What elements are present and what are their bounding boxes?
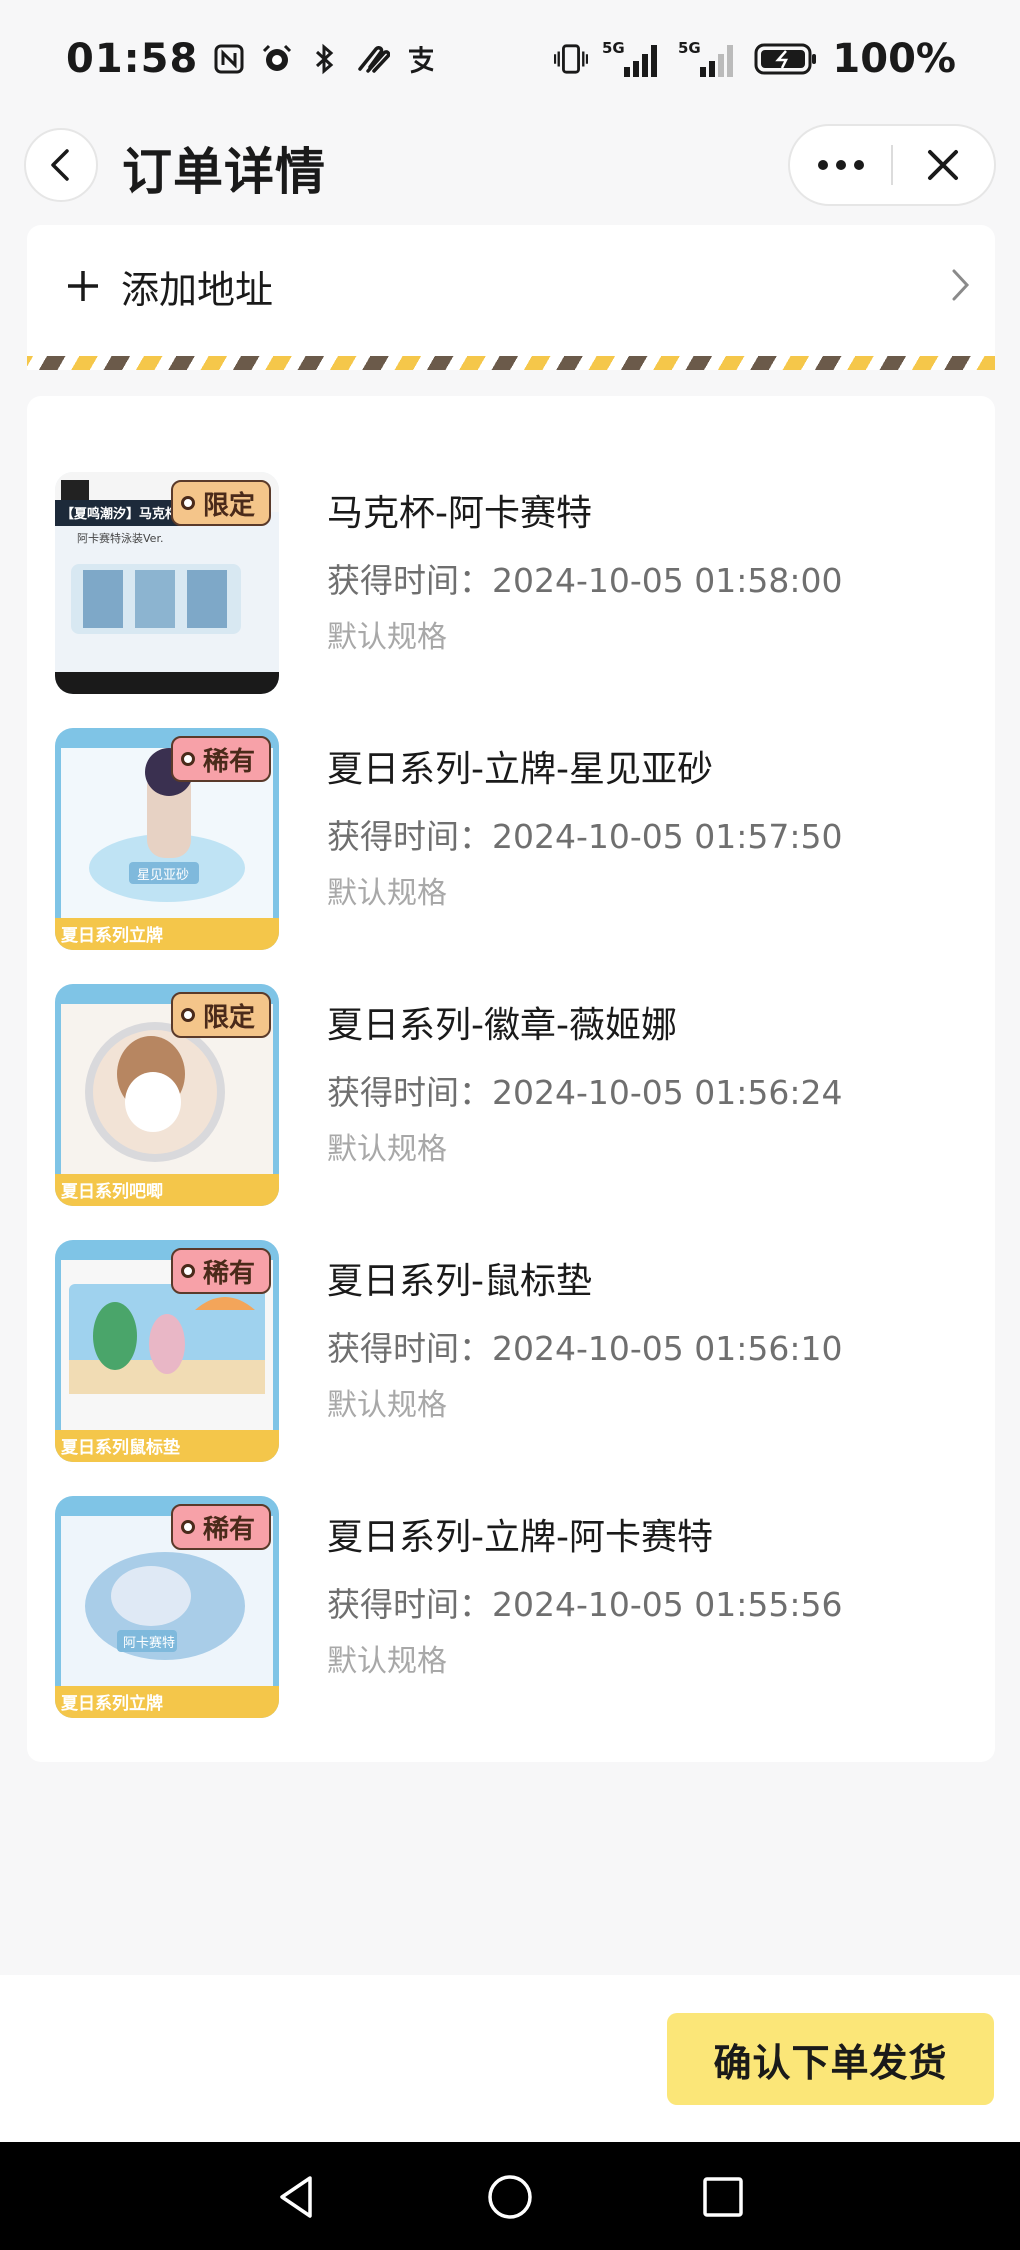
tag-hole-icon: [180, 1520, 195, 1534]
item-spec: 默认规格: [327, 620, 447, 655]
status-bar-right: 5G 5G 100%: [554, 36, 956, 82]
list-item[interactable]: 星见亚砂 夏日系列立牌 稀有 夏日系列-立牌-星见亚砂 获得时间：2024-10…: [55, 728, 967, 950]
item-spec: 默认规格: [327, 1388, 447, 1423]
chevron-right-icon: [952, 269, 970, 301]
hand-icon: [356, 42, 391, 76]
list-item[interactable]: 阿卡赛特 夏日系列立牌 稀有 夏日系列-立牌-阿卡赛特 获得时间：2024-10…: [55, 1496, 967, 1718]
signal-icon-2: 5G: [678, 39, 740, 77]
status-time: 01:58: [66, 36, 199, 82]
item-obtained-time: 获得时间：2024-10-05 01:56:24: [327, 1073, 843, 1112]
thumb-banner: 夏日系列鼠标垫: [61, 1437, 180, 1458]
item-title: 夏日系列-徽章-薇姬娜: [327, 1005, 677, 1046]
item-spec: 默认规格: [327, 1132, 447, 1167]
thumb-subcaption: 阿卡赛特泳装Ver.: [77, 531, 163, 545]
alipay-icon: [404, 42, 438, 76]
order-items-card: 【夏鸣潮汐】马克杯 阿卡赛特泳装Ver. 限定 马克杯-阿卡赛特 获得时间：20…: [27, 396, 995, 1762]
more-dots-icon: [817, 160, 864, 170]
thumb-banner: 夏日系列立牌: [61, 1693, 163, 1714]
network-type-label: 5G: [602, 39, 625, 57]
address-envelope-stripe: [27, 356, 995, 370]
rarity-badge: 限定: [170, 480, 271, 526]
signal-icon: 5G: [602, 39, 664, 77]
tag-hole-icon: [180, 1264, 195, 1278]
system-navigation-bar: [0, 2142, 1020, 2250]
mini-program-capsule: [788, 124, 996, 206]
back-button[interactable]: [24, 128, 98, 202]
battery-icon: [754, 42, 818, 76]
more-button[interactable]: [790, 126, 891, 204]
thumb-banner: 夏日系列吧唧: [61, 1181, 163, 1202]
item-thumbnail: 【夏鸣潮汐】马克杯 阿卡赛特泳装Ver. 限定: [55, 472, 279, 694]
item-obtained-time: 获得时间：2024-10-05 01:57:50: [327, 817, 843, 856]
rarity-badge-label: 稀有: [202, 746, 255, 777]
rarity-badge-label: 限定: [202, 490, 255, 521]
item-spec: 默认规格: [327, 876, 447, 911]
network-type-label-2: 5G: [678, 39, 701, 57]
list-item[interactable]: 夏日系列鼠标垫 稀有 夏日系列-鼠标垫 获得时间：2024-10-05 01:5…: [55, 1240, 967, 1462]
tag-hole-icon: [180, 1008, 195, 1022]
rarity-badge: 稀有: [170, 1504, 271, 1550]
battery-percent: 100%: [832, 36, 956, 82]
item-obtained-time: 获得时间：2024-10-05 01:56:10: [327, 1329, 843, 1368]
tag-hole-icon: [180, 496, 195, 510]
plus-icon: [68, 271, 98, 301]
item-title: 夏日系列-立牌-星见亚砂: [327, 749, 713, 790]
bottom-action-bar: 确认下单发货: [0, 1975, 1020, 2142]
thumb-caption: 【夏鸣潮汐】马克杯: [61, 506, 179, 522]
add-address-row[interactable]: 添加地址: [27, 225, 995, 347]
nav-recents-icon[interactable]: [698, 2172, 748, 2222]
close-button[interactable]: [893, 126, 994, 204]
item-thumbnail: 星见亚砂 夏日系列立牌 稀有: [55, 728, 279, 950]
address-card: 添加地址: [27, 225, 995, 370]
item-spec: 默认规格: [327, 1644, 447, 1679]
close-icon: [928, 150, 959, 180]
rarity-badge: 稀有: [170, 736, 271, 782]
list-item[interactable]: 【夏鸣潮汐】马克杯 阿卡赛特泳装Ver. 限定 马克杯-阿卡赛特 获得时间：20…: [55, 472, 967, 694]
alarm-icon: [260, 42, 294, 76]
status-bar-left: 01:58: [66, 36, 438, 82]
item-obtained-time: 获得时间：2024-10-05 01:58:00: [327, 561, 843, 600]
item-title: 夏日系列-鼠标垫: [327, 1261, 592, 1302]
rarity-badge-label: 稀有: [202, 1514, 255, 1545]
confirm-order-button[interactable]: 确认下单发货: [667, 2013, 994, 2105]
bluetooth-icon: [308, 42, 342, 76]
status-bar: 01:58 5G 5G 100%: [0, 0, 1020, 118]
rarity-badge-label: 限定: [202, 1002, 255, 1033]
chevron-left-icon: [51, 149, 69, 181]
thumb-name-tag: 星见亚砂: [137, 868, 189, 883]
nav-home-icon[interactable]: [485, 2172, 535, 2222]
nav-back-icon[interactable]: [272, 2172, 322, 2222]
list-item[interactable]: 夏日系列吧唧 限定 夏日系列-徽章-薇姬娜 获得时间：2024-10-05 01…: [55, 984, 967, 1206]
item-title: 马克杯-阿卡赛特: [327, 493, 592, 534]
add-address-label: 添加地址: [121, 267, 274, 312]
nfc-icon: [212, 42, 246, 76]
tag-hole-icon: [180, 752, 195, 766]
thumb-name-tag: 阿卡赛特: [123, 1635, 175, 1651]
title-bar: 订单详情: [0, 118, 1020, 228]
vibrate-icon: [554, 42, 589, 76]
rarity-badge-label: 稀有: [202, 1258, 255, 1289]
item-thumbnail: 夏日系列鼠标垫 稀有: [55, 1240, 279, 1462]
item-title: 夏日系列-立牌-阿卡赛特: [327, 1517, 713, 1558]
thumb-banner: 夏日系列立牌: [61, 925, 163, 946]
item-obtained-time: 获得时间：2024-10-05 01:55:56: [327, 1585, 843, 1624]
item-thumbnail: 夏日系列吧唧 限定: [55, 984, 279, 1206]
item-thumbnail: 阿卡赛特 夏日系列立牌 稀有: [55, 1496, 279, 1718]
rarity-badge: 稀有: [170, 1248, 271, 1294]
rarity-badge: 限定: [170, 992, 271, 1038]
page-title: 订单详情: [122, 143, 326, 201]
